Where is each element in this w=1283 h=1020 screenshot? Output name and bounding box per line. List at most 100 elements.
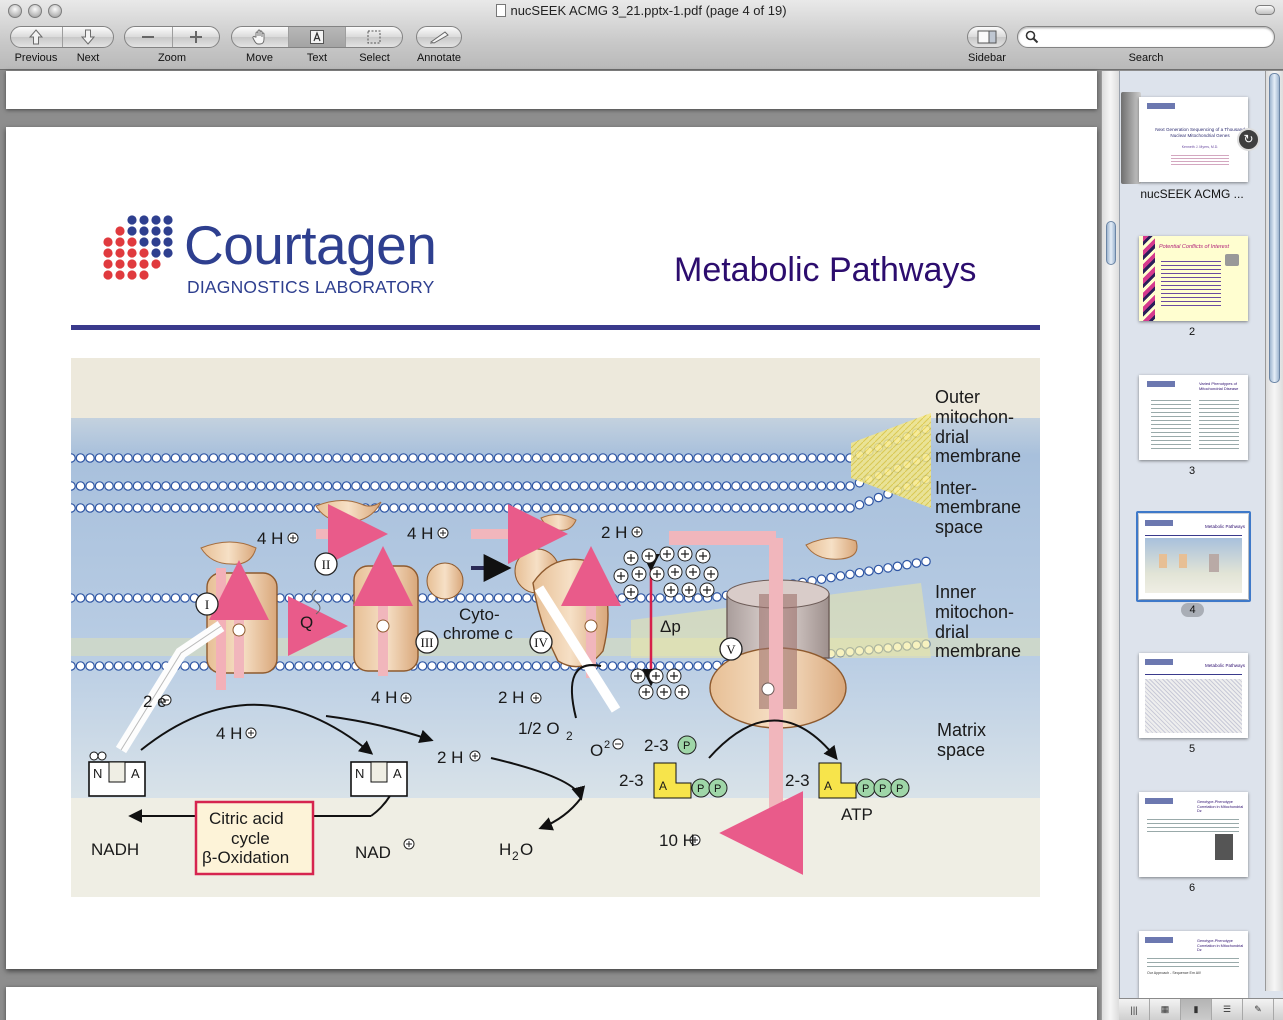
- thumb-3-title: Varied Phenotypes of Mitochondrial Disea…: [1199, 381, 1239, 391]
- thumbnail-page-5[interactable]: Metabolic Pathways: [1139, 653, 1248, 738]
- document-stack-icon: [1121, 92, 1141, 184]
- zoom-label: Zoom: [157, 52, 187, 64]
- next-button[interactable]: [63, 27, 114, 47]
- marquee-icon: [367, 30, 381, 44]
- contact-sheet-button[interactable]: ▦: [1150, 999, 1181, 1020]
- text-tool-button[interactable]: [289, 27, 346, 47]
- outer-membrane-label-1: Outer: [935, 387, 980, 407]
- selected-thumbnail-frame: [1136, 511, 1251, 602]
- document-scrollbar[interactable]: [1101, 71, 1119, 1020]
- zoom-in-button[interactable]: [173, 27, 220, 47]
- annotate-button[interactable]: [417, 27, 461, 47]
- svg-text:II: II: [322, 557, 331, 572]
- pencil-small-icon: ✎: [1254, 1004, 1262, 1014]
- two-e-label: 2 e: [143, 692, 167, 711]
- window-title: nucSEEK ACMG 3_21.pptx-1.pdf (page 4 of …: [510, 3, 787, 18]
- plus-icon: [189, 31, 202, 43]
- nad-a-label: A: [393, 766, 402, 781]
- courtagen-logo-mark: [103, 215, 173, 280]
- o2-subscript: 2: [566, 729, 573, 743]
- thumbnail-page-1[interactable]: Next Generation Sequencing of a Thousand…: [1139, 97, 1248, 182]
- contents-view-button[interactable]: |||: [1119, 999, 1150, 1020]
- window-title-bar: nucSEEK ACMG 3_21.pptx-1.pdf (page 4 of …: [0, 3, 1283, 18]
- sidebar-toggle-button[interactable]: [968, 27, 1006, 47]
- title-rule: [71, 325, 1040, 330]
- sidebar-scrollbar[interactable]: [1265, 71, 1283, 991]
- thumb-5-caption: 5: [1188, 743, 1196, 755]
- h2o-label-o: O: [520, 840, 533, 859]
- logo-subtitle: DIAGNOSTICS LABORATORY: [187, 277, 435, 297]
- cycle-label-3: β-Oxidation: [202, 848, 289, 867]
- zoom-out-button[interactable]: [125, 27, 173, 47]
- nadh-label: NADH: [91, 840, 139, 859]
- thumbnail-page-7[interactable]: Genotype-Phenotype Correlation in Mitoch…: [1139, 931, 1248, 998]
- toolbar-toggle-button[interactable]: [1255, 5, 1275, 15]
- svg-text:P: P: [697, 783, 704, 795]
- sidebar-icon: [977, 30, 997, 44]
- thumb-2-title: Potential Conflicts of Interest: [1159, 244, 1230, 250]
- delta-p-label: Δp: [660, 617, 681, 636]
- thumb-7-title: Genotype-Phenotype Correlation in Mitoch…: [1197, 939, 1244, 953]
- thumb-2-caption: 2: [1188, 326, 1196, 338]
- h4-matrix-label-a: 4 H: [371, 688, 397, 707]
- thumb-1-author: Kenneth J. Myers, M.D.: [1181, 145, 1219, 149]
- phosphate-count-c: 2-3: [785, 771, 810, 790]
- matrix-label-2: space: [937, 740, 985, 760]
- document-scroll-thumb[interactable]: [1106, 221, 1116, 265]
- toc-view-button[interactable]: ☰: [1212, 999, 1243, 1020]
- list-icon: ☰: [1222, 1004, 1232, 1014]
- move-tool-button[interactable]: [232, 27, 289, 47]
- next-page-edge: [6, 987, 1097, 1020]
- atp-label: ATP: [841, 805, 873, 824]
- thumb-7-subtitle: Our Approach - Sequence Em All!: [1147, 971, 1201, 975]
- annotations-view-button[interactable]: ✎: [1243, 999, 1274, 1020]
- svg-text:P: P: [683, 740, 690, 752]
- move-label: Move: [246, 52, 273, 64]
- thumbnail-page-3[interactable]: Varied Phenotypes of Mitochondrial Disea…: [1139, 375, 1248, 460]
- h4-matrix-label-b: 4 H: [216, 724, 242, 743]
- sidebar-label: Sidebar: [968, 52, 1006, 64]
- select-label: Select: [359, 52, 390, 64]
- thumbnail-page-6[interactable]: Genotype-Phenotype Correlation in Mitoch…: [1139, 792, 1248, 877]
- thumbnail-page-2[interactable]: Potential Conflicts of Interest: [1139, 236, 1248, 321]
- sidebar-view-bar: ||| ▦ ▮ ☰ ✎: [1119, 998, 1283, 1020]
- select-tool-button[interactable]: [346, 27, 402, 47]
- h2o-subscript: 2: [512, 849, 519, 863]
- cycle-label-1: Citric acid: [209, 809, 284, 828]
- svg-text:V: V: [726, 642, 736, 657]
- h2-top-label: 2 H: [601, 523, 627, 542]
- thumb-1-title: Next Generation Sequencing of a Thousand…: [1155, 127, 1245, 138]
- previous-button[interactable]: [11, 27, 63, 47]
- h4-label-a: 4 H: [257, 529, 283, 548]
- sidebar-control: [967, 26, 1007, 48]
- h2o-label-h: H: [499, 840, 511, 859]
- inner-membrane-label-3: drial: [935, 622, 969, 642]
- h4-label-b: 4 H: [407, 524, 433, 543]
- share-icon[interactable]: ↻: [1237, 128, 1260, 151]
- o2-minus-superscript: 2: [604, 739, 610, 751]
- pencil-icon: [429, 31, 449, 44]
- half-o2-label: 1/2 O: [518, 719, 560, 738]
- page-nav-control: [10, 26, 114, 48]
- thumbnail-view-button[interactable]: ▮: [1181, 999, 1212, 1020]
- sidebar-scroll-thumb[interactable]: [1269, 73, 1280, 383]
- o2-minus-label: O: [590, 741, 603, 760]
- slide-title: Metabolic Pathways: [674, 251, 977, 289]
- text-cursor-icon: [310, 30, 324, 44]
- document-icon: [496, 4, 507, 17]
- grid-icon: ▦: [1160, 1004, 1170, 1014]
- nad-label: NAD: [355, 843, 391, 862]
- inner-membrane-label-1: Inner: [935, 582, 976, 602]
- svg-text:P: P: [714, 783, 721, 795]
- phosphate-count-a: 2-3: [644, 736, 669, 755]
- annotate-label: Annotate: [416, 52, 462, 64]
- h2-matrix-label-b: 2 H: [437, 748, 463, 767]
- cytochrome-label-1: Cyto-: [459, 605, 500, 624]
- hand-icon: [252, 29, 265, 45]
- search-field[interactable]: [1017, 26, 1275, 48]
- search-label: Search: [1128, 52, 1164, 64]
- columns-icon: |||: [1130, 1004, 1138, 1015]
- atp-a-label: A: [824, 779, 832, 793]
- thumb-6-title: Genotype-Phenotype Correlation in Mitoch…: [1197, 800, 1244, 814]
- inner-membrane-label-4: membrane: [935, 641, 1021, 661]
